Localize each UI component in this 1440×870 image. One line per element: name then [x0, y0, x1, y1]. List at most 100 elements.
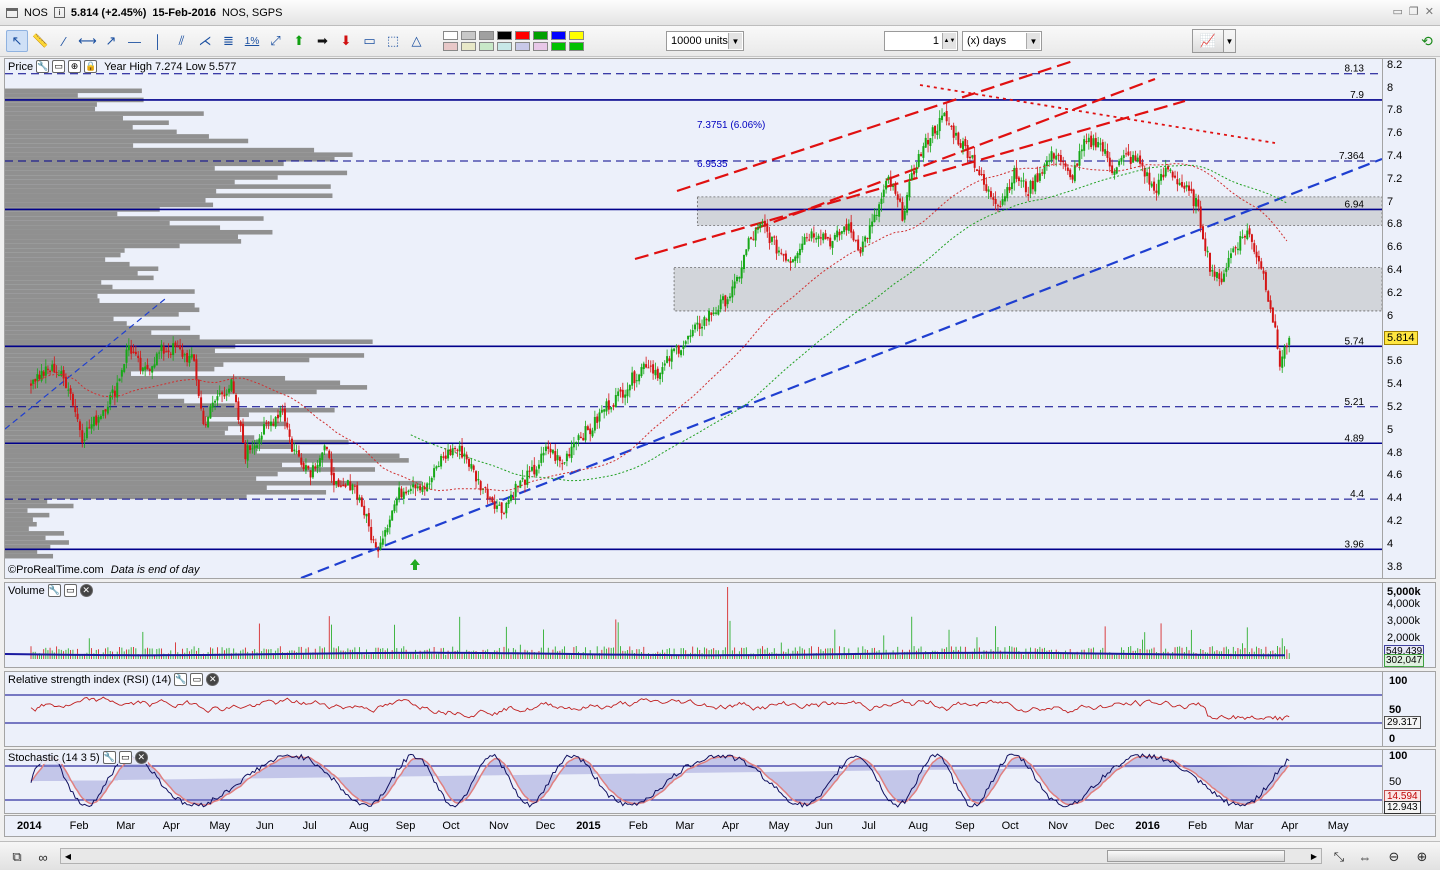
color-swatch[interactable] [551, 31, 566, 40]
measure-arrow-icon[interactable]: ⤢ [265, 30, 287, 52]
window-icon[interactable]: ▭ [52, 60, 66, 73]
volume-profile-bar [5, 179, 235, 185]
color-swatch[interactable] [515, 31, 530, 40]
chevron-down-icon[interactable]: ▼ [1026, 33, 1040, 49]
candle-body [447, 449, 450, 459]
color-swatch[interactable] [533, 31, 548, 40]
volume-axis[interactable]: 5,000k4,000k3,000k2,000k1,000k549,439302… [1383, 582, 1436, 668]
close-icon[interactable]: ✕ [1425, 5, 1434, 18]
volume-profile-bar [5, 289, 195, 294]
layout-icon[interactable]: ⧉ [8, 848, 26, 866]
horizontal-segment-icon[interactable]: ⟷ [77, 30, 99, 52]
zoom-icon[interactable]: ⊕ [68, 60, 82, 73]
rectangle-tool-icon[interactable]: ▭ [359, 30, 381, 52]
period-unit-select[interactable]: (x) days ▼ [962, 31, 1042, 51]
percent-tool-icon[interactable]: 1% [241, 30, 263, 52]
ruler-tool-icon[interactable]: 📏 [30, 30, 52, 52]
channel-tool-icon[interactable]: ⫽ [171, 30, 193, 52]
wrench-icon[interactable]: 🔧 [102, 751, 116, 764]
candle-body [1199, 206, 1202, 228]
volume-panel[interactable]: Volume 🔧 ▭ ✕ [4, 582, 1383, 668]
refresh-icon[interactable]: ⟲ [1418, 29, 1436, 53]
candle-body [1099, 143, 1102, 145]
color-swatch[interactable] [443, 42, 458, 51]
line-tool-icon[interactable]: ⁄ [53, 30, 75, 52]
scrollbar-thumb[interactable] [1107, 850, 1285, 862]
color-swatch[interactable] [479, 31, 494, 40]
text-box-tool-icon[interactable]: ⬚ [382, 30, 404, 52]
price-chart[interactable]: 8.13 7.9 7.364 6.94 5.74 5.21 4.89 4.4 3.96 7.375… [5, 59, 1382, 578]
neutral-arrow-icon[interactable]: ➡ [312, 30, 334, 52]
fan-tool-icon[interactable]: ⋌ [194, 30, 216, 52]
candle-body [887, 176, 890, 179]
triangle-tool-icon[interactable]: △ [406, 30, 428, 52]
buy-arrow-icon[interactable]: ⬆ [288, 30, 310, 52]
color-swatch[interactable] [533, 42, 548, 51]
info-icon[interactable]: i [53, 7, 65, 18]
volume-chart[interactable] [5, 583, 1382, 667]
stochastic-axis[interactable]: 100 50 14.594 12.943 [1383, 749, 1436, 814]
close-icon[interactable]: ✕ [206, 673, 220, 686]
color-swatch[interactable] [569, 31, 584, 40]
window-icon[interactable]: ▭ [118, 751, 132, 764]
sell-arrow-icon[interactable]: ⬇ [335, 30, 357, 52]
quantity-select[interactable]: 10000 units ▼ [666, 31, 744, 51]
symbol-name[interactable]: NOS [24, 7, 48, 19]
stochastic-panel[interactable]: Stochastic (14 3 5) 🔧 ▭ ✕ [4, 749, 1383, 814]
close-icon[interactable]: ✕ [134, 751, 148, 764]
price-panel[interactable]: 8.13 7.9 7.364 6.94 5.74 5.21 4.89 4.4 3.96 7.375… [4, 58, 1383, 579]
close-icon[interactable]: ✕ [79, 584, 93, 597]
pointer-tool-icon[interactable]: ↖ [6, 30, 28, 52]
candle-body [689, 335, 692, 337]
candle-body [123, 364, 126, 372]
candle-body [230, 379, 233, 391]
color-swatch[interactable] [569, 42, 584, 51]
indicators-dropdown-icon[interactable]: ▼ [1224, 29, 1236, 53]
color-swatch[interactable] [443, 31, 458, 40]
price-axis[interactable]: 8.287.87.67.47.276.86.66.46.265.85.65.45… [1383, 58, 1436, 579]
zoom-out-icon[interactable]: ⊖ [1385, 848, 1403, 866]
indicators-icon[interactable]: 📈 [1192, 29, 1224, 53]
window-icon[interactable]: ▭ [63, 584, 77, 597]
candle-body [186, 353, 189, 363]
wrench-icon[interactable]: 🔧 [36, 60, 50, 73]
zoom-in-icon[interactable]: ⊕ [1413, 848, 1431, 866]
time-axis[interactable]: 2014 Feb Mar Apr May Jun Jul Aug Sep Oct Nov Dec 201… [4, 815, 1436, 837]
color-swatch[interactable] [515, 42, 530, 51]
vertical-line-icon[interactable]: │ [147, 30, 169, 52]
rsi-panel-title: Relative strength index (RSI) (14) [8, 673, 172, 686]
horizontal-line-icon[interactable]: — [124, 30, 146, 52]
time-scrollbar[interactable]: ◀ ▶ [60, 848, 1322, 864]
lock-icon[interactable]: 🔒 [84, 60, 98, 73]
color-swatch[interactable] [497, 31, 512, 40]
stepper-icon[interactable]: ▲▼ [942, 33, 956, 49]
candle-body [1260, 261, 1263, 269]
color-swatch[interactable] [497, 42, 512, 51]
rsi-panel[interactable]: Relative strength index (RSI) (14) 🔧 ▭ ✕ [4, 671, 1383, 747]
color-swatch[interactable] [461, 31, 476, 40]
period-count-stepper[interactable]: 1 ▲▼ [884, 31, 958, 51]
autoscale-icon[interactable]: ⤡ [1330, 848, 1348, 866]
window-icon[interactable]: ▭ [190, 673, 204, 686]
scroll-right-icon[interactable]: ▶ [1307, 849, 1321, 863]
zoom-range-icon[interactable]: ⇔ [1356, 848, 1374, 866]
volume-profile-bar [5, 307, 200, 313]
candle-body [244, 443, 247, 460]
window-menu-icon[interactable] [6, 7, 18, 18]
rsi-axis[interactable]: 100 50 0 29.317 [1383, 671, 1436, 747]
stochastic-chart[interactable] [5, 750, 1382, 813]
minimize-icon[interactable]: ▭ [1393, 5, 1403, 18]
color-swatch[interactable] [461, 42, 476, 51]
wrench-icon[interactable]: 🔧 [47, 584, 61, 597]
chevron-down-icon[interactable]: ▼ [728, 33, 742, 49]
color-swatch[interactable] [479, 42, 494, 51]
color-swatch[interactable] [551, 42, 566, 51]
scroll-left-icon[interactable]: ◀ [61, 849, 75, 863]
link-icon[interactable]: ∞ [34, 848, 52, 866]
fibonacci-tool-icon[interactable]: ≣ [218, 30, 240, 52]
wrench-icon[interactable]: 🔧 [174, 673, 188, 686]
restore-icon[interactable]: ❐ [1409, 5, 1419, 18]
horizontal-level-label: 4.89 [1345, 433, 1365, 444]
candle-body [962, 141, 964, 150]
ray-tool-icon[interactable]: ↗ [100, 30, 122, 52]
